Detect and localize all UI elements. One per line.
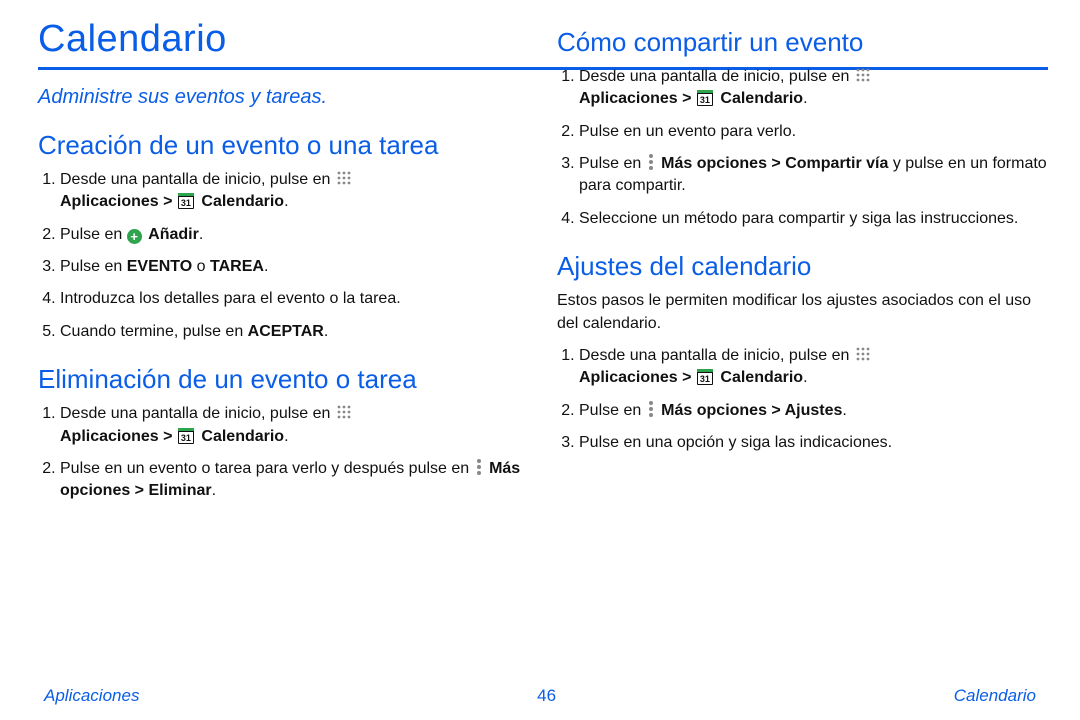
list-item: Desde una pantalla de inicio, pulse en A… [579,345,1048,390]
period: . [264,258,268,275]
list-item: Pulse en un evento para verlo. [579,121,1048,143]
list-item: Cuando termine, pulse en ACEPTAR. [60,321,529,343]
heading-create: Creación de un evento o una tarea [38,131,529,161]
step-text: Cuando termine, pulse en [60,323,248,340]
event-label: EVENTO [127,258,193,275]
period: . [284,428,288,445]
list-item: Seleccione un método para compartir y si… [579,208,1048,230]
period: . [842,402,846,419]
apps-grid-icon [856,67,870,81]
page-subtitle: Administre sus eventos y tareas. [38,86,529,109]
step-text: Pulse en [60,258,127,275]
step-text: Desde una pantalla de inicio, pulse en [60,405,335,422]
content-columns: Administre sus eventos y tareas. Creació… [38,86,1048,525]
period: . [803,369,807,386]
list-item: Pulse en EVENTO o TAREA. [60,256,529,278]
more-options-icon [646,154,656,170]
task-label: TAREA [210,258,264,275]
list-item: Desde una pantalla de inicio, pulse en A… [60,169,529,214]
right-column: Cómo compartir un evento Desde una panta… [557,86,1048,525]
list-item: Introduzca los detalles para el evento o… [60,288,529,310]
apps-grid-icon [337,404,351,418]
step-text: Desde una pantalla de inicio, pulse en [579,68,854,85]
apps-label: Aplicaciones [579,369,678,386]
period: . [324,323,328,340]
left-column: Administre sus eventos y tareas. Creació… [38,86,529,525]
more-settings-label: Más opciones > Ajustes [661,402,842,419]
apps-label: Aplicaciones [579,90,678,107]
plus-icon: + [127,229,142,244]
calendar-icon: 31 [697,90,713,106]
footer-pagenum: 46 [537,686,556,706]
calendar-icon-number: 31 [697,94,713,106]
apps-grid-icon [856,346,870,360]
step-text: Pulse en [579,155,646,172]
sep-gt: > [159,193,177,210]
section-share: Cómo compartir un evento Desde una panta… [557,28,1048,230]
calendar-icon: 31 [178,428,194,444]
more-options-icon [646,401,656,417]
apps-label: Aplicaciones [60,193,159,210]
footer-right: Calendario [954,686,1036,706]
step-text: Pulse en [579,402,646,419]
step-text: Desde una pantalla de inicio, pulse en [579,347,854,364]
add-label: Añadir [148,226,199,243]
period: . [803,90,807,107]
section-settings: Ajustes del calendario Estos pasos le pe… [557,252,1048,454]
steps-create: Desde una pantalla de inicio, pulse en A… [38,169,529,343]
list-item: Pulse en Más opciones > Ajustes. [579,400,1048,422]
calendar-icon: 31 [178,193,194,209]
calendar-icon-number: 31 [178,197,194,209]
page-footer: Aplicaciones 46 Calendario [0,686,1080,706]
step-text: Pulse en [60,226,127,243]
or-text: o [197,258,210,275]
steps-settings: Desde una pantalla de inicio, pulse en A… [557,345,1048,455]
period: . [199,226,203,243]
sep-gt: > [159,428,177,445]
list-item: Desde una pantalla de inicio, pulse en A… [60,403,529,448]
accept-label: ACEPTAR [248,323,324,340]
list-item: Pulse en una opción y siga las indicacio… [579,432,1048,454]
calendar-label: Calendario [720,90,803,107]
period: . [284,193,288,210]
calendar-label: Calendario [201,428,284,445]
more-options-icon [474,459,484,475]
section-create: Creación de un evento o una tarea Desde … [38,131,529,343]
more-share-label: Más opciones > Compartir vía [661,155,888,172]
settings-intro: Estos pasos le permiten modificar los aj… [557,290,1048,335]
steps-delete: Desde una pantalla de inicio, pulse en A… [38,403,529,503]
apps-label: Aplicaciones [60,428,159,445]
steps-share: Desde una pantalla de inicio, pulse en A… [557,66,1048,230]
list-item: Pulse en + Añadir. [60,224,529,246]
sep-gt: > [678,90,696,107]
apps-grid-icon [337,170,351,184]
footer-left: Aplicaciones [44,686,139,706]
period: . [212,482,216,499]
calendar-icon: 31 [697,369,713,385]
list-item: Pulse en Más opciones > Compartir vía y … [579,153,1048,198]
step-text: Pulse en un evento o tarea para verlo y … [60,460,474,477]
heading-share: Cómo compartir un evento [557,28,1048,58]
step-text: Desde una pantalla de inicio, pulse en [60,171,335,188]
calendar-label: Calendario [720,369,803,386]
calendar-icon-number: 31 [697,373,713,385]
calendar-icon-number: 31 [178,432,194,444]
heading-settings: Ajustes del calendario [557,252,1048,282]
calendar-label: Calendario [201,193,284,210]
section-delete: Eliminación de un evento o tarea Desde u… [38,365,529,502]
heading-delete: Eliminación de un evento o tarea [38,365,529,395]
list-item: Pulse en un evento o tarea para verlo y … [60,458,529,503]
sep-gt: > [678,369,696,386]
list-item: Desde una pantalla de inicio, pulse en A… [579,66,1048,111]
